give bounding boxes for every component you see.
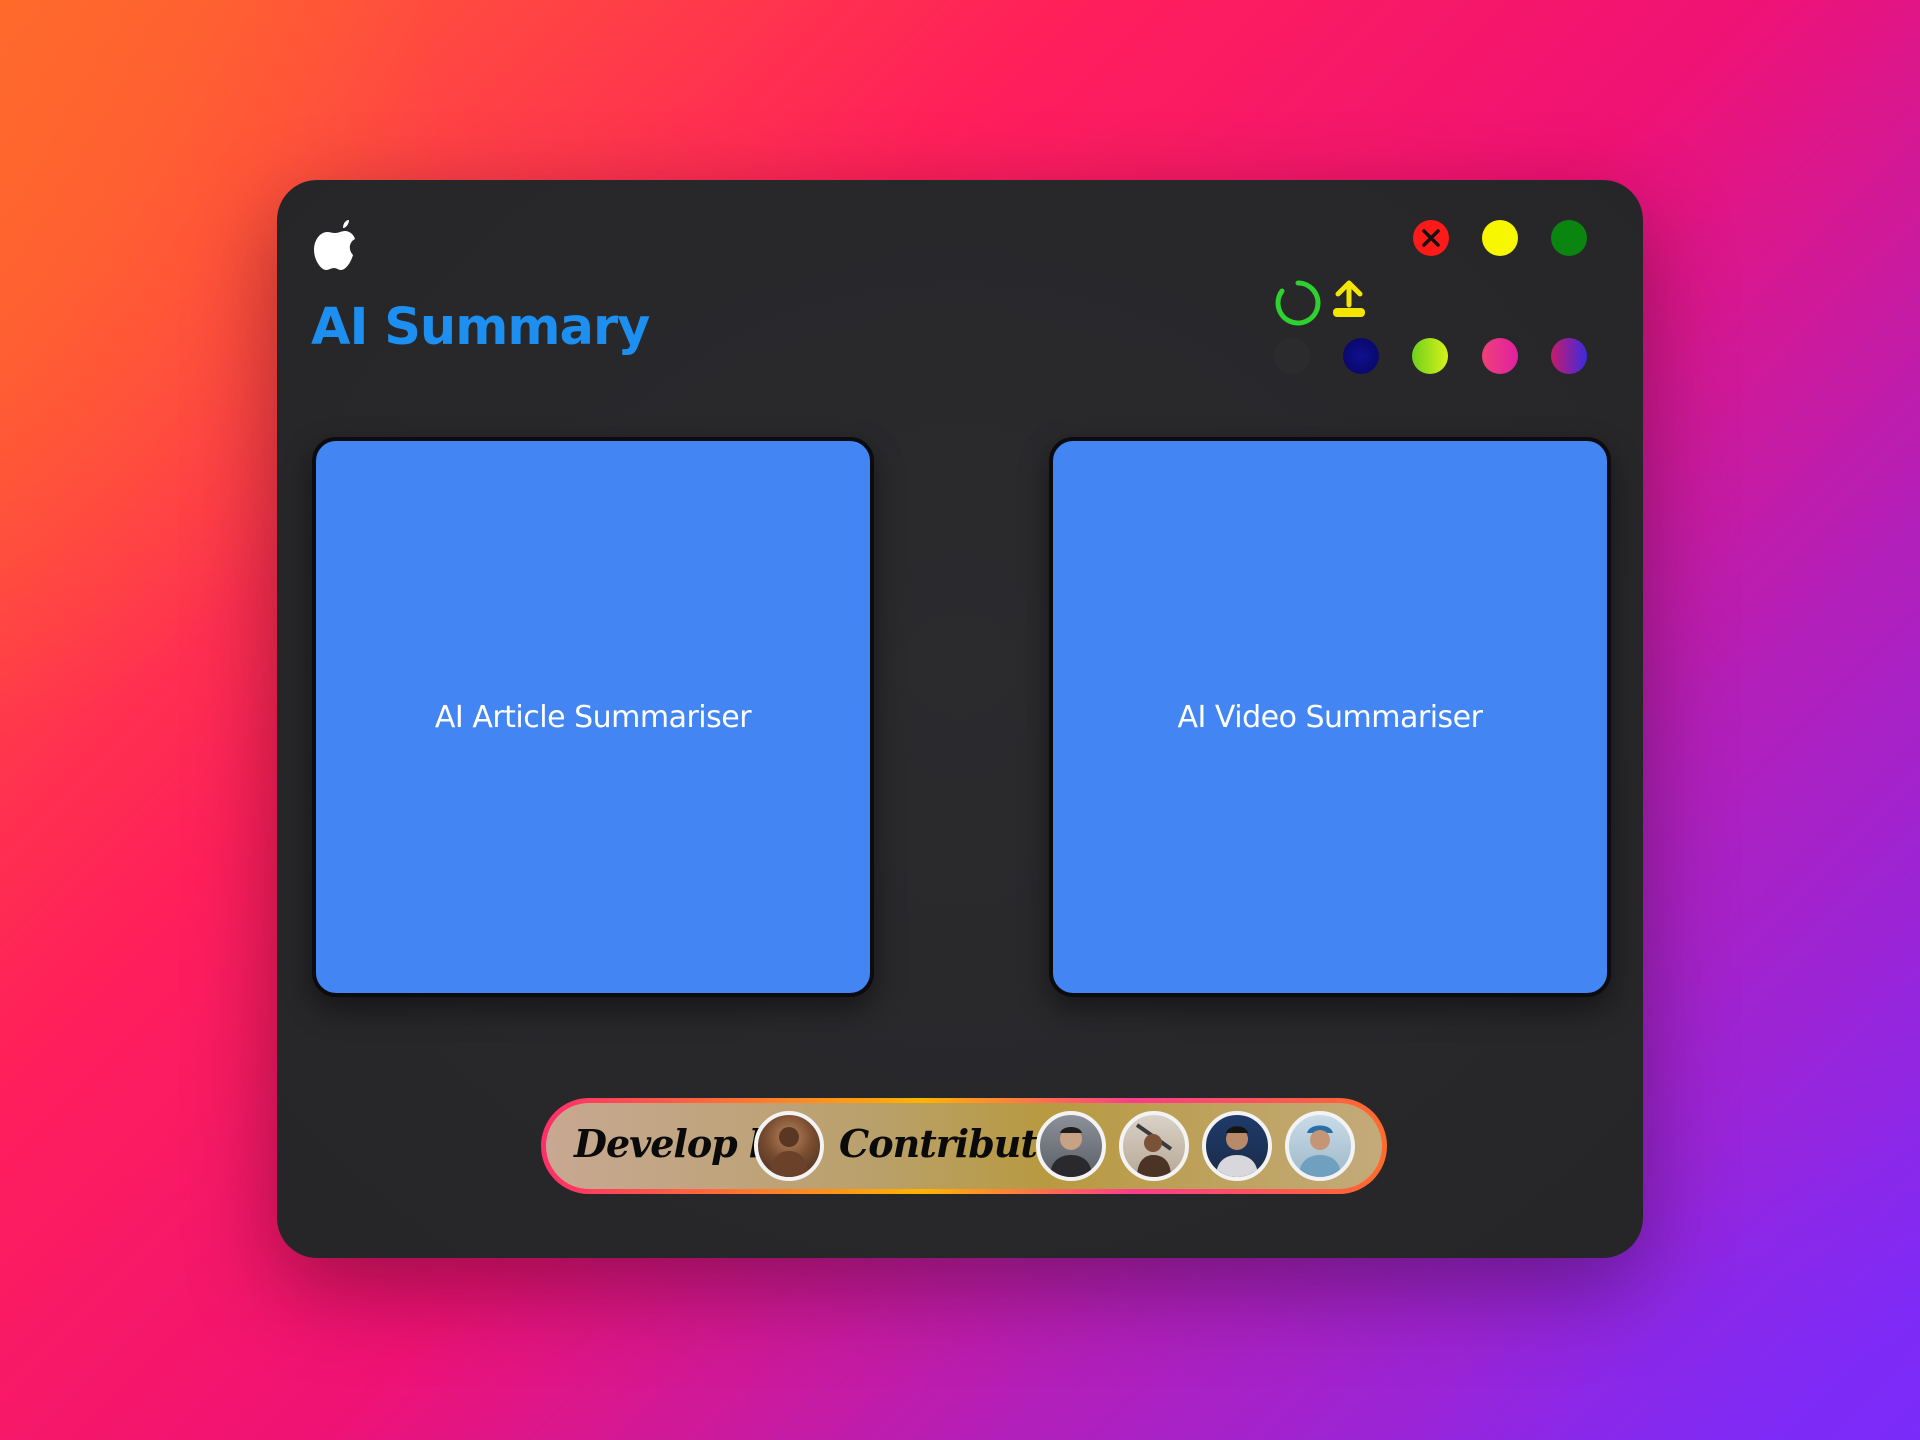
apple-logo-icon <box>314 220 355 270</box>
contributor-avatar[interactable] <box>1202 1111 1272 1181</box>
refresh-icon[interactable] <box>1274 279 1322 327</box>
video-summariser-card[interactable]: AI Video Summariser <box>1049 437 1611 997</box>
person-icon <box>1050 1127 1092 1177</box>
theme-swatch-purple[interactable] <box>1551 338 1587 374</box>
close-icon <box>1422 229 1440 247</box>
close-button[interactable] <box>1413 220 1449 256</box>
credits-bar-inner: Develop by Contributor <box>546 1103 1382 1189</box>
app-window: AI Summary AI Article Summariser AI Vide… <box>277 180 1643 1258</box>
person-icon <box>770 1127 808 1177</box>
developer-avatar[interactable] <box>754 1111 824 1181</box>
person-icon <box>1216 1126 1258 1177</box>
contributor-avatar[interactable] <box>1119 1111 1189 1181</box>
upload-icon[interactable] <box>1329 279 1369 321</box>
maximize-button[interactable] <box>1551 220 1587 256</box>
theme-swatch-navy[interactable] <box>1343 338 1379 374</box>
app-title: AI Summary <box>311 298 650 357</box>
minimize-button[interactable] <box>1482 220 1518 256</box>
contributor-avatar[interactable] <box>1036 1111 1106 1181</box>
theme-swatch-dark[interactable] <box>1274 338 1310 374</box>
credits-bar: Develop by Contributor <box>541 1098 1387 1194</box>
video-summariser-label: AI Video Summariser <box>1177 699 1483 735</box>
person-icon <box>1299 1125 1341 1177</box>
person-icon <box>1135 1123 1173 1177</box>
theme-swatch-lime[interactable] <box>1412 338 1448 374</box>
theme-swatch-pink[interactable] <box>1482 338 1518 374</box>
article-summariser-card[interactable]: AI Article Summariser <box>312 437 874 997</box>
contributor-avatar[interactable] <box>1285 1111 1355 1181</box>
article-summariser-label: AI Article Summariser <box>434 699 752 735</box>
